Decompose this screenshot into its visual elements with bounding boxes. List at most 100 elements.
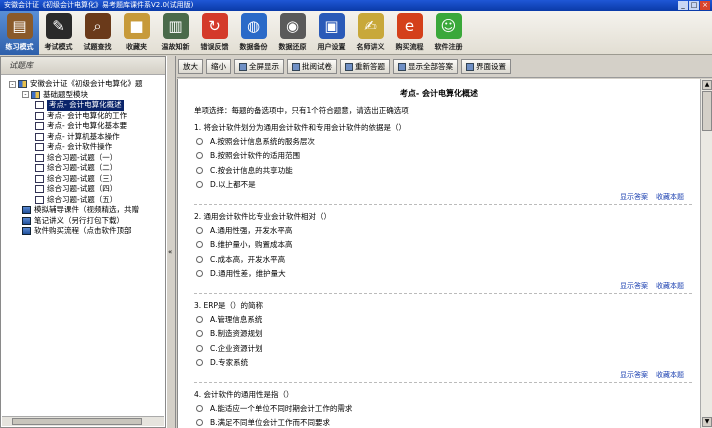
tree-node[interactable]: 综合习题-试题（五） <box>1 195 165 206</box>
tree-node-label: 考点- 计算机基本操作 <box>47 131 120 141</box>
book-icon <box>31 90 40 99</box>
content-toolbar-button[interactable]: 重新答题 <box>340 59 390 74</box>
tree-toggle-icon[interactable]: - <box>9 80 16 88</box>
question-item: 1. 将会计软件划分为通用会计软件和专用会计软件的依据是（） A.按照会计信息系统… <box>194 122 692 205</box>
radio-button[interactable] <box>196 419 203 427</box>
tree-node[interactable]: 综合习题-试题（四） <box>1 184 165 195</box>
tree-node[interactable]: 模拟辅导课件（视频精选，共赠 <box>1 205 165 216</box>
radio-button[interactable] <box>196 255 203 263</box>
toolbar-button[interactable]: ◉ 数据还原 <box>273 11 312 55</box>
tree-node[interactable]: 笔记讲义（另行打包下载） <box>1 216 165 227</box>
content-toolbar-button[interactable]: 界面设置 <box>461 59 511 74</box>
favorite-link[interactable]: 收藏本题 <box>656 371 684 379</box>
toolbar-button-label: 数据还原 <box>278 43 307 51</box>
radio-button[interactable] <box>196 344 203 352</box>
toolbar-button[interactable]: ↻ 错误反馈 <box>195 11 234 55</box>
tree-node[interactable]: 软件购买流程（点击软件顶部 <box>1 226 165 237</box>
scroll-down-icon[interactable]: ▼ <box>702 417 712 427</box>
tree-horizontal-scrollbar[interactable] <box>2 416 164 426</box>
radio-button[interactable] <box>196 181 203 189</box>
content-toolbar-button[interactable]: 全屏显示 <box>234 59 284 74</box>
toolbar-button[interactable]: ✎ 考试模式 <box>39 11 78 55</box>
toolbar-button[interactable]: ▤ 练习模式 <box>0 11 39 55</box>
content-toolbar-button[interactable]: 放大 <box>178 59 203 74</box>
radio-button[interactable] <box>196 166 203 174</box>
package-icon <box>22 216 31 225</box>
toolbar-button[interactable]: ✍ 名师讲义 <box>351 11 390 55</box>
radio-button[interactable] <box>196 330 203 338</box>
content-vertical-scrollbar[interactable]: ▲ ▼ <box>700 79 712 428</box>
toolbar-button[interactable]: ☺ 软件注册 <box>429 11 468 55</box>
tree-node[interactable]: 考点- 会计电算化的工作 <box>1 111 165 122</box>
option-label: C.按会计信息的共享功能 <box>210 165 293 175</box>
toolbar-button[interactable]: ▣ 用户设置 <box>312 11 351 55</box>
tree-node[interactable]: 考点- 会计电算化基本要 <box>1 121 165 132</box>
radio-button[interactable] <box>196 270 203 278</box>
radio-button[interactable] <box>196 241 203 249</box>
content-toolbar-button[interactable]: 批阅试卷 <box>287 59 337 74</box>
tree-node[interactable]: - 安徽会计证《初级会计电算化》题 <box>1 79 165 90</box>
content-toolbar-button[interactable]: 缩小 <box>206 59 231 74</box>
maximize-button[interactable]: □ <box>689 1 699 10</box>
answer-option[interactable]: B.按照会计软件的适用范围 <box>196 149 692 164</box>
toolbar-button[interactable]: ■ 收藏夹 <box>117 11 156 55</box>
answer-option[interactable]: D.通用性差，维护量大 <box>196 267 692 282</box>
box-icon: ■ <box>123 13 150 39</box>
answer-option[interactable]: B.满足不同单位会计工作而不同要求 <box>196 416 692 428</box>
answer-option[interactable]: C.按会计信息的共享功能 <box>196 163 692 178</box>
panel-splitter[interactable]: « <box>166 56 176 428</box>
answer-option[interactable]: A.通用性强，开发水平高 <box>196 223 692 238</box>
tree-node[interactable]: 综合习题-试题（二） <box>1 163 165 174</box>
option-label: C.成本高，开发水平高 <box>210 254 286 264</box>
refresh-icon: ↻ <box>201 13 228 39</box>
option-label: D.专家系统 <box>210 358 249 368</box>
tree-node[interactable]: 考点- 会计电算化概述 <box>1 100 165 111</box>
tree-node[interactable]: 综合习题-试题（三） <box>1 174 165 185</box>
favorite-link[interactable]: 收藏本题 <box>656 193 684 201</box>
favorite-link[interactable]: 收藏本题 <box>656 282 684 290</box>
tree-node[interactable]: 考点- 会计软件操作 <box>1 142 165 153</box>
answer-option[interactable]: D.以上都不是 <box>196 178 692 193</box>
minimize-button[interactable]: _ <box>678 1 688 10</box>
radio-button[interactable] <box>196 152 203 160</box>
option-label: A.管理信息系统 <box>210 314 263 324</box>
toolbar-button[interactable]: ◍ 数据备份 <box>234 11 273 55</box>
close-button[interactable]: × <box>700 1 710 10</box>
radio-button[interactable] <box>196 404 203 412</box>
show-answer-link[interactable]: 显示答案 <box>620 371 648 379</box>
radio-button[interactable] <box>196 315 203 323</box>
scroll-up-icon[interactable]: ▲ <box>702 80 712 90</box>
answer-option[interactable]: B.制造资源规划 <box>196 327 692 342</box>
answer-option[interactable]: A.能适应一个单位不同时期会计工作的需求 <box>196 401 692 416</box>
button-label: 全屏显示 <box>249 62 279 71</box>
tree-node[interactable]: 综合习题-试题（一） <box>1 153 165 164</box>
tree-toggle-icon[interactable]: - <box>22 91 29 99</box>
radio-button[interactable] <box>196 359 203 367</box>
tree-node[interactable]: 考点- 计算机基本操作 <box>1 132 165 143</box>
option-label: B.制造资源规划 <box>210 329 263 339</box>
toolbar-button[interactable]: ⌕ 试题查找 <box>78 11 117 55</box>
answer-option[interactable]: C.企业资源计划 <box>196 341 692 356</box>
show-answer-link[interactable]: 显示答案 <box>620 282 648 290</box>
question-content: 考点- 会计电算化概述 单项选择：每题的备选项中，只有1个符合题意，请选出正确选… <box>177 79 700 428</box>
radio-button[interactable] <box>196 226 203 234</box>
button-label: 界面设置 <box>476 62 506 71</box>
answer-option[interactable]: D.专家系统 <box>196 356 692 371</box>
content-toolbar-button[interactable]: 显示全部答案 <box>393 59 458 74</box>
panel-title: 试题库 <box>1 57 165 75</box>
scroll-thumb[interactable] <box>12 418 142 425</box>
globe-icon: ◍ <box>240 13 267 39</box>
window-title: 安徽会计证《初级会计电算化》易考题库课件系V2.0(试用版) <box>4 1 194 9</box>
option-label: B.按照会计软件的适用范围 <box>210 151 301 161</box>
answer-option[interactable]: A.按照会计信息系统的服务层次 <box>196 134 692 149</box>
answer-option[interactable]: B.维护量小，购置成本高 <box>196 238 692 253</box>
answer-option[interactable]: A.管理信息系统 <box>196 312 692 327</box>
scroll-thumb[interactable] <box>702 91 712 131</box>
tree-node[interactable]: - 基础题型模块 <box>1 90 165 101</box>
show-answer-link[interactable]: 显示答案 <box>620 193 648 201</box>
toolbar-button[interactable]: e 购买流程 <box>390 11 429 55</box>
answer-option[interactable]: C.成本高，开发水平高 <box>196 252 692 267</box>
toolbar-button[interactable]: ▥ 温故知新 <box>156 11 195 55</box>
radio-button[interactable] <box>196 137 203 145</box>
collapse-arrow-icon[interactable]: « <box>168 248 172 256</box>
